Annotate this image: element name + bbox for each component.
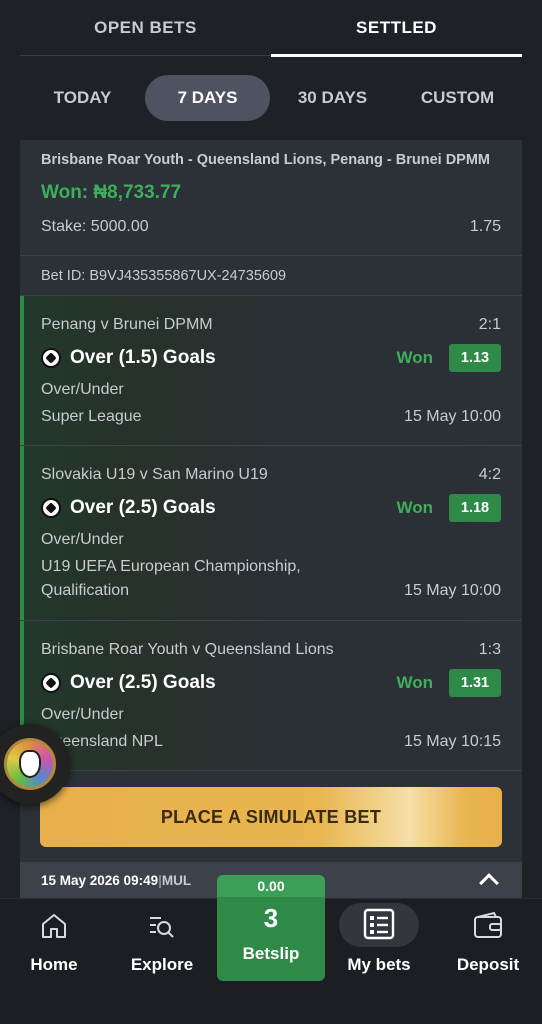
explore-search-icon <box>150 917 174 938</box>
bets-tabs: OPEN BETS SETTLED <box>20 0 522 57</box>
leg-market: Over (2.5) Goals <box>70 672 216 693</box>
nav-deposit-label: Deposit <box>456 955 520 974</box>
betslip-label: Betslip <box>242 944 300 963</box>
bottom-navigation: Home Explore 0.00 3 Betslip My bets Depo… <box>0 875 542 1024</box>
soccer-ball-icon <box>41 348 61 368</box>
mascot-icon <box>4 738 56 790</box>
leg-league: U19 UEFA European Championship, Qualific… <box>41 558 301 599</box>
leg-league: Super League <box>41 408 142 425</box>
tab-settled[interactable]: SETTLED <box>271 0 522 57</box>
betslip-amount: 0.00 <box>217 875 325 897</box>
leg-datetime: 15 May 10:00 <box>404 408 501 425</box>
stake: Stake: 5000.00 <box>41 218 149 235</box>
bet-leg: Penang v Brunei DPMM 2:1 Over (1.5) Goal… <box>20 296 522 446</box>
bet-leg: Slovakia U19 v San Marino U19 4:2 Over (… <box>20 446 522 621</box>
wallet-icon <box>474 911 502 938</box>
leg-datetime: 15 May 10:15 <box>404 733 501 750</box>
next-bet-type: MUL <box>161 872 192 888</box>
bet-id: Bet ID: B9VJ435355867UX-24735609 <box>20 256 522 296</box>
leg-score: 4:2 <box>478 466 501 483</box>
settled-bet-card: Brisbane Roar Youth - Queensland Lions, … <box>20 140 522 900</box>
won-amount: Won: ₦8,733.77 <box>41 182 182 203</box>
leg-status: Won <box>396 673 433 692</box>
bet-leg: Brisbane Roar Youth v Queensland Lions 1… <box>20 621 522 771</box>
period-7-days[interactable]: 7 DAYS <box>145 75 270 121</box>
period-30-days[interactable]: 30 DAYS <box>270 75 395 121</box>
nav-my-bets[interactable]: My bets <box>325 899 433 999</box>
leg-status: Won <box>396 498 433 517</box>
leg-odds: 1.13 <box>449 344 501 372</box>
chevron-up-icon[interactable] <box>479 873 499 893</box>
leg-odds: 1.18 <box>449 494 501 522</box>
tab-open-bets[interactable]: OPEN BETS <box>20 0 271 55</box>
betslip-count: 3 <box>263 903 279 933</box>
leg-status: Won <box>396 348 433 367</box>
total-odds: 1.75 <box>469 218 501 235</box>
leg-datetime: 15 May 10:00 <box>404 582 501 599</box>
bet-summary[interactable]: Brisbane Roar Youth - Queensland Lions, … <box>20 140 522 256</box>
home-icon <box>42 914 66 938</box>
next-bet-date: 15 May 2026 09:49 <box>41 872 159 888</box>
period-today[interactable]: TODAY <box>20 75 145 121</box>
period-custom[interactable]: CUSTOM <box>395 75 520 121</box>
period-filter: TODAY 7 DAYS 30 DAYS CUSTOM <box>20 74 522 122</box>
bet-title: Brisbane Roar Youth - Queensland Lions, … <box>41 152 491 168</box>
betslip-button[interactable]: 0.00 3 Betslip <box>217 875 325 981</box>
leg-type: Over/Under <box>41 531 124 548</box>
nav-explore-label: Explore <box>130 955 194 974</box>
leg-type: Over/Under <box>41 706 124 723</box>
leg-match: Brisbane Roar Youth v Queensland Lions <box>41 641 334 658</box>
leg-odds: 1.31 <box>449 669 501 697</box>
leg-match: Slovakia U19 v San Marino U19 <box>41 466 268 483</box>
nav-deposit[interactable]: Deposit <box>434 899 542 999</box>
leg-type: Over/Under <box>41 381 124 398</box>
leg-match: Penang v Brunei DPMM <box>41 316 213 333</box>
leg-score: 1:3 <box>478 641 501 658</box>
soccer-ball-icon <box>41 498 61 518</box>
leg-score: 2:1 <box>478 316 501 333</box>
nav-explore[interactable]: Explore <box>108 899 216 999</box>
receipt-list-icon <box>363 908 395 940</box>
soccer-ball-icon <box>41 673 61 693</box>
nav-my-bets-label: My bets <box>347 955 411 974</box>
nav-home-label: Home <box>30 955 78 974</box>
place-simulate-bet-button[interactable]: PLACE A SIMULATE BET <box>40 787 502 847</box>
leg-market: Over (1.5) Goals <box>70 347 216 368</box>
leg-market: Over (2.5) Goals <box>70 497 216 518</box>
nav-home[interactable]: Home <box>0 899 108 999</box>
